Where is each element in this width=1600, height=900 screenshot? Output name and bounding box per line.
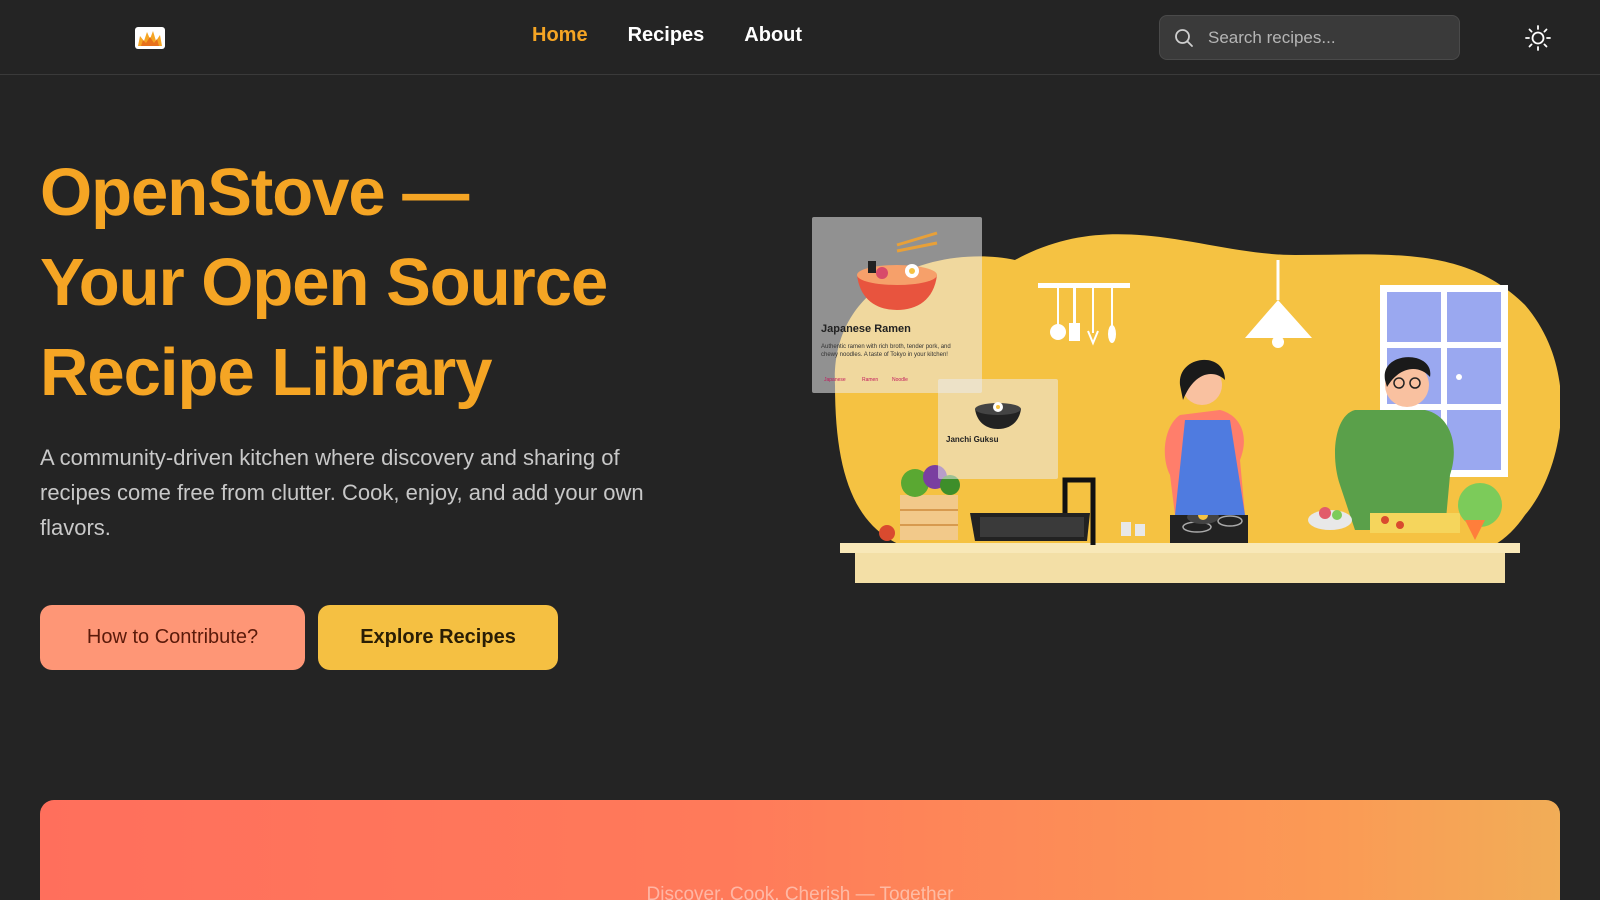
search-icon [1175,28,1193,47]
hero-title: OpenStove — Your Open Source Recipe Libr… [40,148,720,418]
recipe-card-ramen[interactable]: Japanese Ramen Authentic ramen with rich… [812,217,982,393]
hero-title-line1: OpenStove — [40,155,469,230]
ramen-bowl-image [857,231,938,310]
recipe-tag: Japanese [824,377,846,383]
sun-icon[interactable] [1524,24,1552,52]
explore-recipes-button[interactable]: Explore Recipes [318,605,558,670]
contribute-button[interactable]: How to Contribute? [40,605,305,670]
recipe-card-ramen-desc: Authentic ramen with rich broth, tender … [821,344,951,358]
hero-title-line3: Recipe Library [40,335,492,410]
stove-flame-logo[interactable] [135,27,165,49]
banner-tagline: Discover. Cook. Cherish — Together [646,884,954,900]
kitchen-illustration: Japanese Ramen Authentic ramen with rich… [812,215,1560,595]
nav-home[interactable]: Home [532,24,588,47]
recipe-card-janchi-title: Janchi Guksu [946,435,999,444]
nav-recipes[interactable]: Recipes [628,24,705,47]
search-input[interactable] [1208,27,1438,48]
hero-subtitle: A community-driven kitchen where discove… [40,445,644,540]
site-header: Home Recipes About [0,0,1600,75]
main-nav: Home Recipes About [532,24,802,47]
tagline-banner: Discover. Cook. Cherish — Together [40,800,1560,900]
recipe-card-ramen-title: Japanese Ramen [821,323,911,335]
recipe-card-janchi[interactable]: Janchi Guksu [938,379,1058,479]
janchi-bowl-image [975,402,1021,429]
recipe-tag: Noodle [892,377,908,383]
recipe-tag: Ramen [862,377,879,383]
hero-title-line2: Your Open Source [40,245,608,320]
search-box[interactable] [1159,15,1460,60]
nav-about[interactable]: About [744,24,802,47]
